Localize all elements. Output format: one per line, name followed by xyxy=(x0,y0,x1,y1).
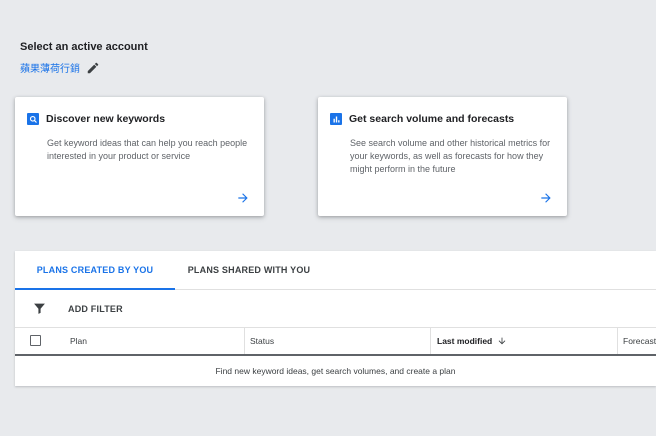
sort-descending-icon[interactable] xyxy=(497,336,507,346)
filter-bar: ADD FILTER xyxy=(15,290,656,328)
column-header-last-modified[interactable]: Last modified xyxy=(431,327,618,354)
plans-panel: PLANS CREATED BY YOU PLANS SHARED WITH Y… xyxy=(15,251,656,386)
select-all-cell xyxy=(15,327,55,354)
empty-state-message: Find new keyword ideas, get search volum… xyxy=(215,366,456,376)
tab-plans-created-by-you[interactable]: PLANS CREATED BY YOU xyxy=(15,251,175,290)
column-label: Plan xyxy=(70,335,88,346)
column-header-plan[interactable]: Plan xyxy=(55,327,245,354)
account-heading: Select an active account xyxy=(20,41,148,53)
account-name[interactable]: 蘋果薄荷行銷 xyxy=(20,60,80,75)
table-header: Plan Status Last modified Forecast xyxy=(15,327,656,356)
arrow-forward-icon[interactable] xyxy=(236,191,250,205)
column-label: Status xyxy=(250,335,275,346)
card-header: Discover new keywords xyxy=(27,113,165,125)
bar-chart-icon xyxy=(330,113,342,125)
select-all-checkbox[interactable] xyxy=(29,335,41,346)
discover-keywords-card[interactable]: Discover new keywords Get keyword ideas … xyxy=(15,97,264,216)
card-title: Get search volume and forecasts xyxy=(349,113,515,125)
column-header-forecast[interactable]: Forecast xyxy=(618,327,656,354)
card-title: Discover new keywords xyxy=(46,113,166,125)
column-label: Forecast xyxy=(623,335,656,346)
arrow-forward-icon[interactable] xyxy=(539,191,553,205)
add-filter-button[interactable]: ADD FILTER xyxy=(68,304,123,314)
card-description: See search volume and other historical m… xyxy=(350,138,551,174)
plans-tabs: PLANS CREATED BY YOU PLANS SHARED WITH Y… xyxy=(15,251,656,290)
search-volume-card[interactable]: Get search volume and forecasts See sear… xyxy=(318,97,567,216)
search-icon xyxy=(27,113,39,125)
edit-pencil-icon[interactable] xyxy=(86,61,100,75)
card-description: Get keyword ideas that can help you reac… xyxy=(47,138,248,161)
account-selector[interactable]: 蘋果薄荷行銷 xyxy=(20,60,100,75)
column-label: Last modified xyxy=(437,335,493,346)
tab-plans-shared-with-you[interactable]: PLANS SHARED WITH YOU xyxy=(175,251,323,289)
card-header: Get search volume and forecasts xyxy=(330,113,514,125)
column-header-status[interactable]: Status xyxy=(245,327,431,354)
filter-icon[interactable] xyxy=(33,302,46,315)
